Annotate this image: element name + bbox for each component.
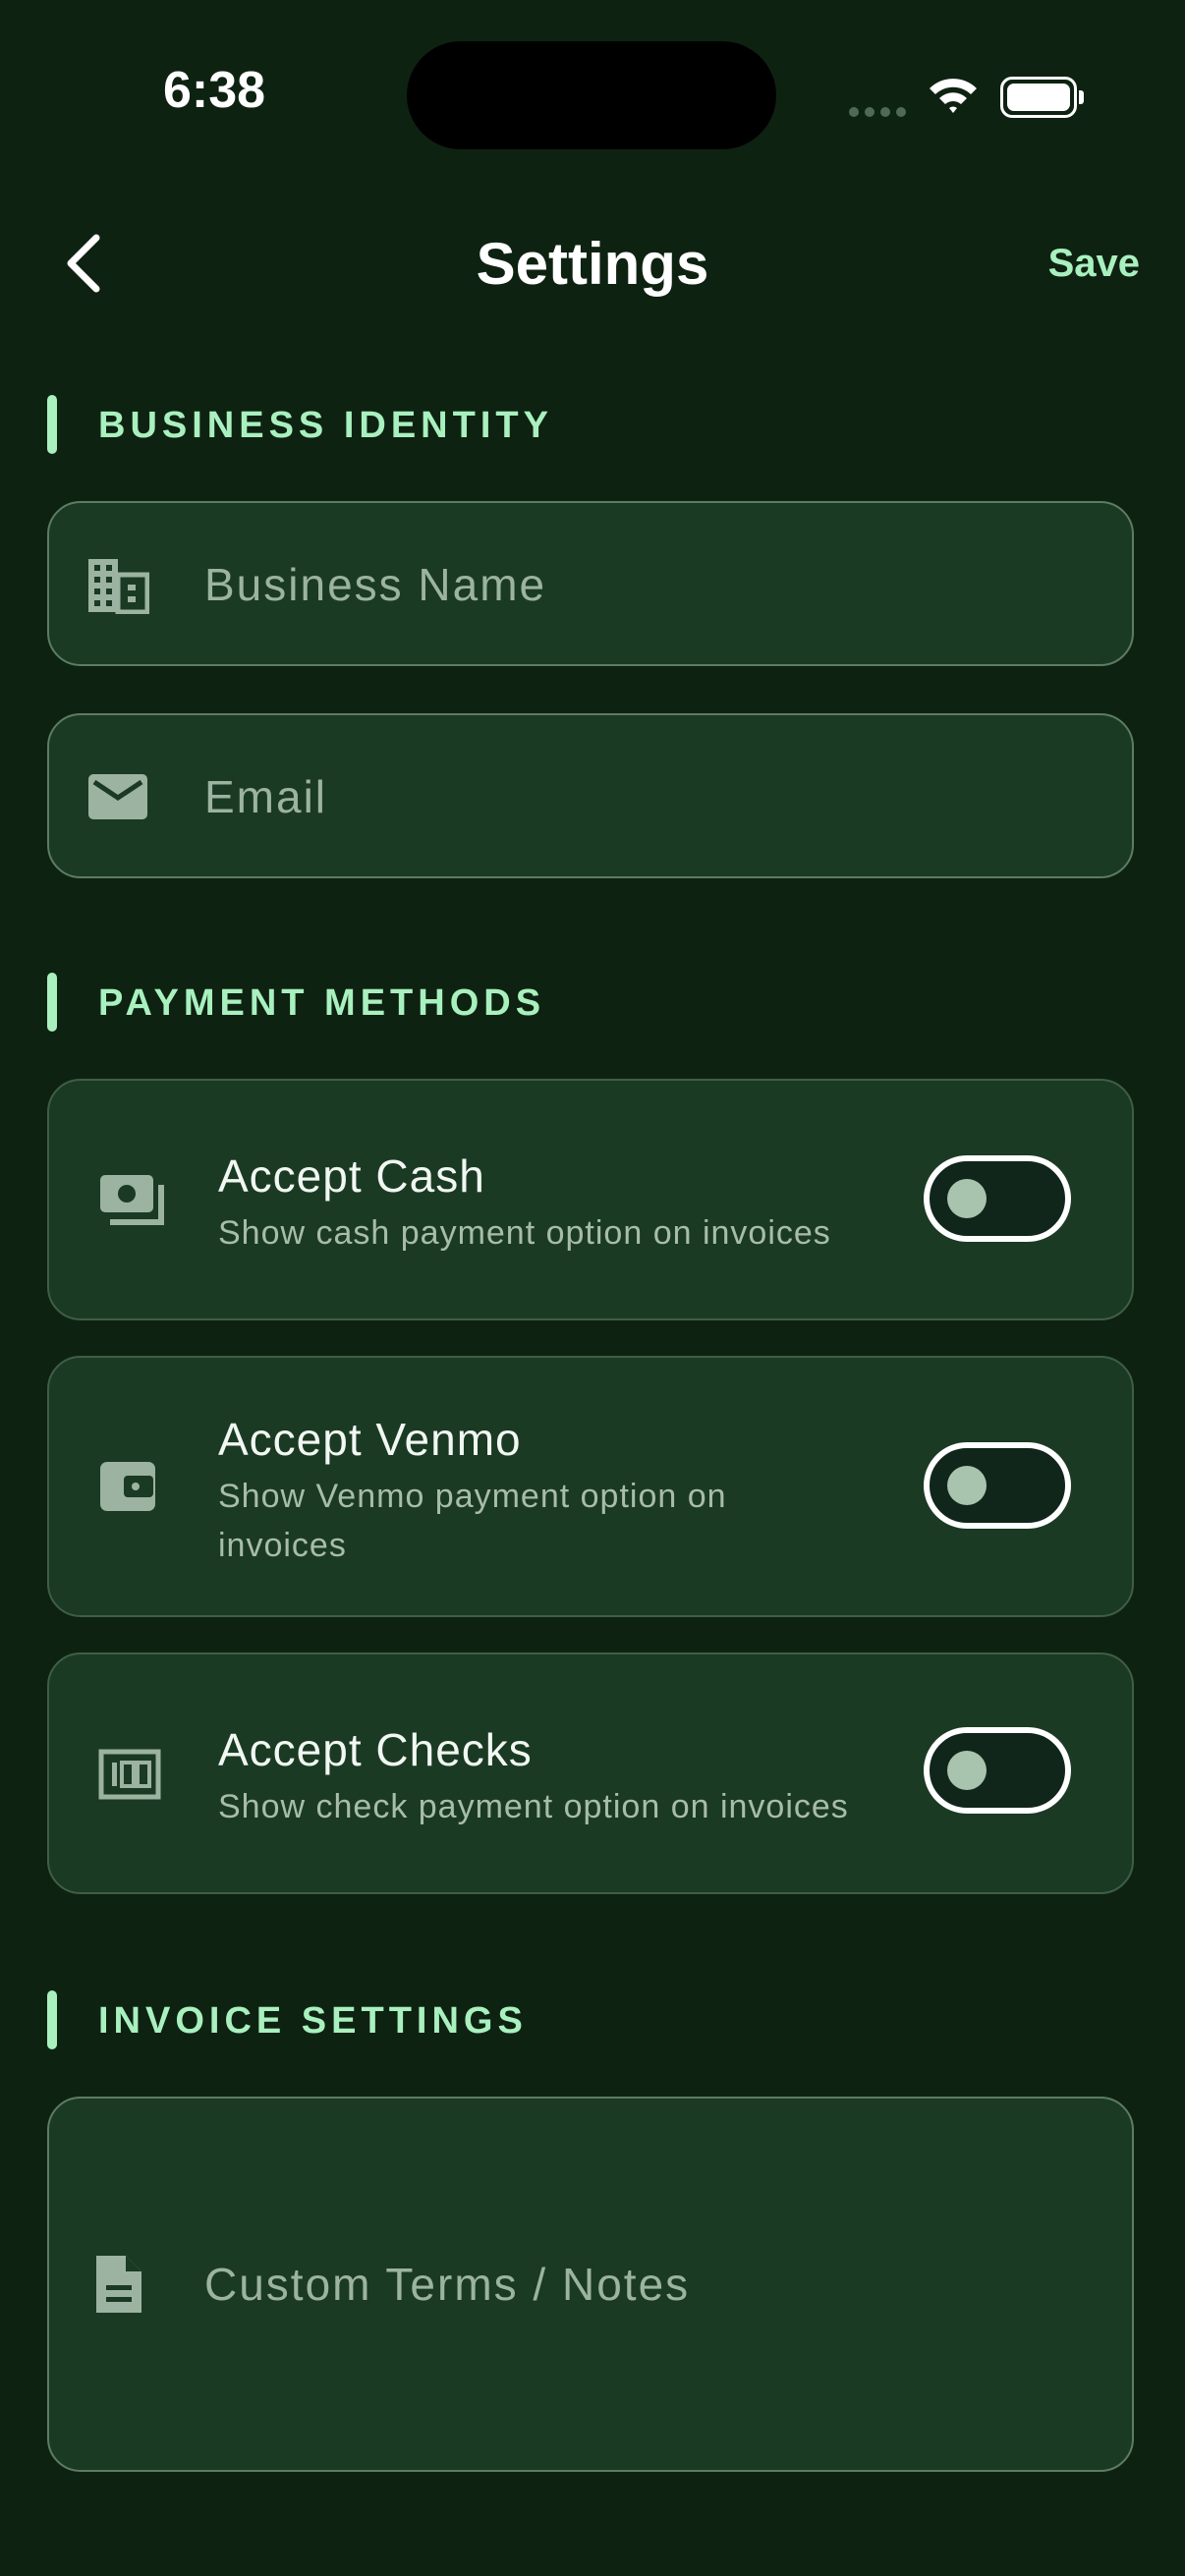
page-title: Settings bbox=[476, 231, 709, 297]
custom-terms-input[interactable] bbox=[202, 2256, 1102, 2323]
accept-venmo-toggle[interactable] bbox=[924, 1442, 1071, 1529]
status-time: 6:38 bbox=[163, 62, 266, 119]
custom-terms-field[interactable] bbox=[47, 2097, 1134, 2472]
payment-method-description: Show cash payment option on invoices bbox=[218, 1214, 831, 1252]
mail-icon bbox=[86, 772, 149, 826]
check-icon bbox=[98, 1749, 161, 1805]
payment-method-checks: Accept Checks Show check payment option … bbox=[47, 1652, 1134, 1894]
email-input[interactable] bbox=[202, 768, 1102, 825]
save-button[interactable]: Save bbox=[1048, 242, 1140, 286]
toggle-knob bbox=[947, 1751, 987, 1790]
business-name-field[interactable] bbox=[47, 501, 1134, 666]
email-field[interactable] bbox=[47, 713, 1134, 878]
building-icon bbox=[86, 557, 150, 619]
section-accent-bar bbox=[47, 395, 57, 454]
payment-method-venmo: Accept Venmo Show Venmo payment option o… bbox=[47, 1356, 1134, 1617]
business-name-input[interactable] bbox=[202, 556, 1102, 613]
payment-method-title: Accept Venmo bbox=[218, 1414, 522, 1465]
toggle-knob bbox=[947, 1179, 987, 1218]
wifi-icon bbox=[928, 75, 979, 119]
dynamic-island bbox=[407, 41, 776, 149]
cash-icon bbox=[98, 1173, 167, 1233]
payment-method-description: Show check payment option on invoices bbox=[218, 1788, 849, 1825]
section-header-business: BUSINESS IDENTITY bbox=[98, 405, 553, 446]
section-header-invoice: INVOICE SETTINGS bbox=[98, 2000, 528, 2042]
toggle-knob bbox=[947, 1466, 987, 1505]
section-accent-bar bbox=[47, 1990, 57, 2049]
payment-method-title: Accept Cash bbox=[218, 1150, 485, 1202]
section-accent-bar bbox=[47, 973, 57, 1032]
payment-method-description: Show Venmo payment option on invoices bbox=[218, 1478, 727, 1564]
section-header-payment: PAYMENT METHODS bbox=[98, 982, 546, 1024]
accept-checks-toggle[interactable] bbox=[924, 1727, 1071, 1814]
accept-cash-toggle[interactable] bbox=[924, 1155, 1071, 1242]
cellular-signal-icon bbox=[849, 104, 912, 122]
payment-method-cash: Accept Cash Show cash payment option on … bbox=[47, 1079, 1134, 1320]
wallet-icon bbox=[98, 1456, 157, 1520]
battery-icon bbox=[1000, 77, 1084, 118]
payment-method-title: Accept Checks bbox=[218, 1724, 533, 1775]
document-icon bbox=[94, 2254, 143, 2320]
